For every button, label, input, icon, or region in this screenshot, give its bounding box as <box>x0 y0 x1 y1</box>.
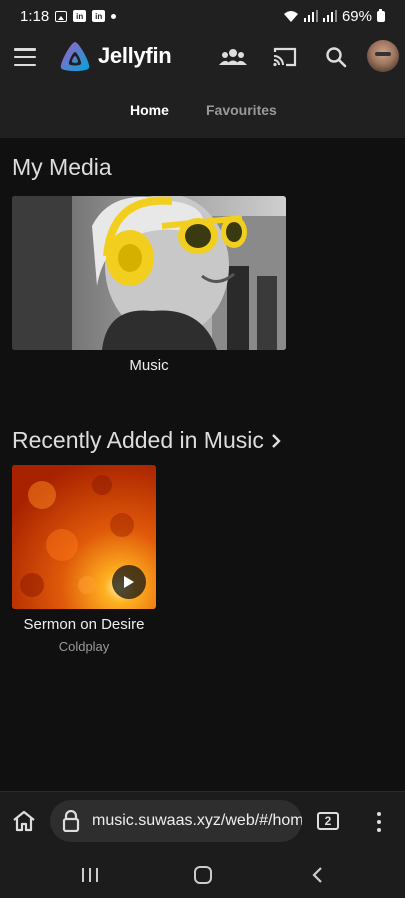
header-tabs: Home Favourites <box>0 102 405 124</box>
lock-icon[interactable] <box>62 810 80 832</box>
chevron-right-icon <box>272 433 281 448</box>
tab-switcher-button[interactable]: 2 <box>317 812 339 830</box>
my-media-heading: My Media <box>12 154 112 180</box>
battery-percent: 69% <box>341 7 372 25</box>
recently-added-title: Recently Added in Music <box>12 427 264 453</box>
android-nav-bar <box>0 849 405 898</box>
back-icon[interactable] <box>310 866 324 884</box>
music-library-label[interactable]: Music <box>12 357 286 374</box>
app-logo[interactable]: Jellyfin <box>58 40 172 72</box>
user-avatar[interactable] <box>367 40 399 72</box>
url-text: music.suwaas.xyz/web/#/home <box>92 812 302 829</box>
music-library-card[interactable] <box>12 196 286 350</box>
jellyfin-logo-icon <box>60 42 90 71</box>
signal-icon-2 <box>322 10 337 22</box>
wifi-icon <box>283 10 298 22</box>
cast-icon[interactable] <box>270 42 300 72</box>
linkedin-notification-icon-2: in <box>92 10 106 22</box>
linkedin-notification-icon: in <box>73 10 87 22</box>
browser-toolbar: music.suwaas.xyz/web/#/home 2 <box>0 791 405 849</box>
home-nav-icon[interactable] <box>193 866 213 884</box>
app-name: Jellyfin <box>98 43 172 68</box>
recent-apps-icon[interactable] <box>80 867 100 883</box>
status-time: 1:18 <box>20 7 50 25</box>
battery-icon <box>377 8 385 22</box>
search-icon[interactable] <box>321 42 351 72</box>
recently-added-heading[interactable]: Recently Added in Music <box>12 427 282 454</box>
album-card[interactable] <box>12 465 156 609</box>
address-bar[interactable]: music.suwaas.xyz/web/#/home <box>50 800 302 842</box>
notification-dot-icon <box>111 13 117 19</box>
music-library-image <box>12 196 286 350</box>
menu-icon[interactable] <box>14 48 36 66</box>
status-bar: 1:18 in in 69% <box>0 0 405 32</box>
gallery-notification-icon <box>55 10 68 22</box>
app-header: Jellyfin Home Favourites <box>0 32 405 138</box>
tab-home[interactable]: Home <box>130 102 169 118</box>
play-button[interactable] <box>112 565 146 599</box>
users-icon[interactable] <box>218 42 248 72</box>
album-artist[interactable]: Coldplay <box>12 639 156 654</box>
more-options-icon[interactable] <box>370 812 388 832</box>
play-icon <box>124 576 134 588</box>
album-title[interactable]: Sermon on Desire <box>12 616 156 633</box>
home-icon[interactable] <box>12 810 36 832</box>
tab-favourites[interactable]: Favourites <box>206 102 277 118</box>
signal-icon <box>303 10 318 22</box>
